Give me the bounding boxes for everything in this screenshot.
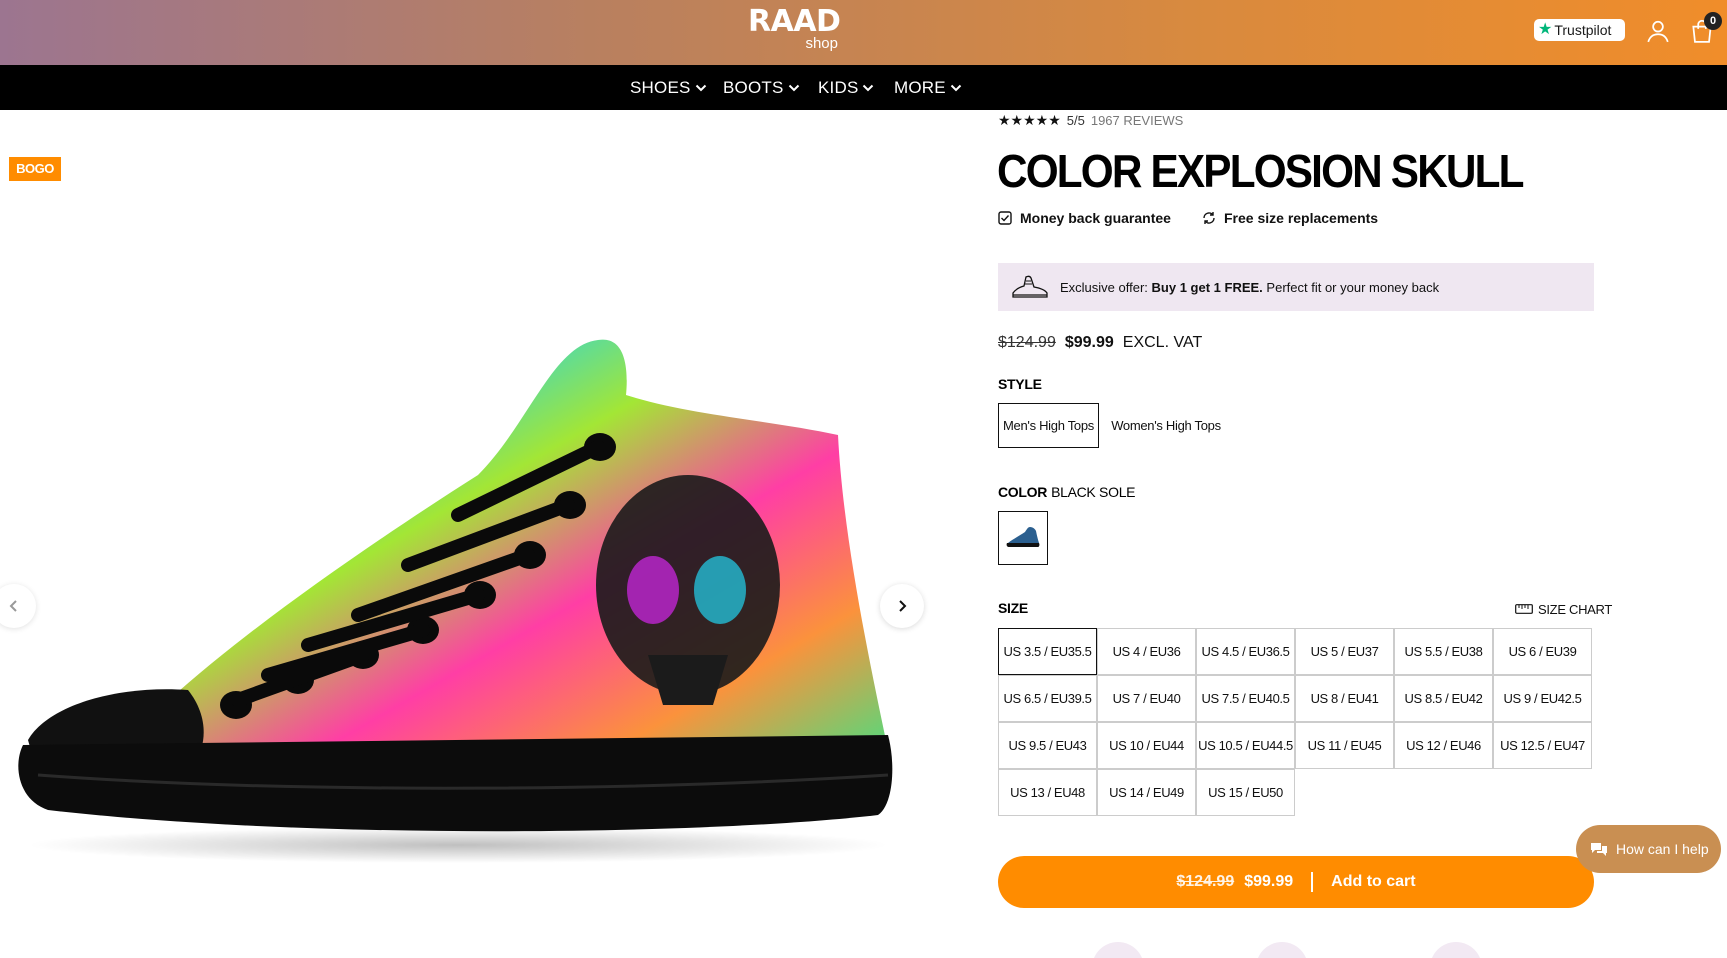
price-sale: $99.99 bbox=[1064, 334, 1114, 351]
main-nav: SHOES BOOTS KIDS MORE bbox=[0, 65, 1727, 110]
exclusive-offer-banner: Exclusive offer: Buy 1 get 1 FREE. Perfe… bbox=[998, 263, 1594, 311]
add-to-cart-button[interactable]: $124.99 $99.99 Add to cart bbox=[998, 856, 1594, 908]
offer-bold: Buy 1 get 1 FREE. bbox=[1151, 279, 1263, 295]
size-option[interactable]: US 9 / EU42.5 bbox=[1493, 675, 1592, 722]
chevron-left-icon bbox=[9, 600, 17, 612]
color-label-text: COLOR bbox=[998, 484, 1048, 500]
checkbox-icon bbox=[998, 211, 1012, 225]
chat-help-button[interactable]: How can I help bbox=[1576, 825, 1721, 873]
bogo-badge: BOGO bbox=[9, 157, 61, 181]
size-option[interactable]: US 6.5 / EU39.5 bbox=[998, 675, 1097, 722]
nav-item-boots[interactable]: BOOTS bbox=[723, 65, 800, 110]
size-option[interactable]: US 13 / EU48 bbox=[998, 769, 1097, 816]
offer-prefix: Exclusive offer: bbox=[1060, 279, 1148, 295]
size-label: SIZE bbox=[998, 600, 1028, 616]
sneaker-icon bbox=[1012, 275, 1048, 298]
size-option[interactable]: US 14 / EU49 bbox=[1097, 769, 1196, 816]
button-divider bbox=[1311, 872, 1314, 892]
price: $124.99 $99.99 EXCL. VAT bbox=[998, 332, 1202, 354]
size-option[interactable]: US 7.5 / EU40.5 bbox=[1196, 675, 1295, 722]
chevron-down-icon bbox=[863, 84, 874, 91]
product-image[interactable] bbox=[8, 335, 908, 875]
guarantee-label: Money back guarantee bbox=[1020, 210, 1171, 226]
chevron-down-icon bbox=[695, 84, 706, 91]
size-option[interactable]: US 11 / EU45 bbox=[1295, 722, 1394, 769]
chat-bubble-icon bbox=[1591, 843, 1607, 856]
free-size-replacements: Free size replacements bbox=[1202, 209, 1378, 227]
button-label: Add to cart bbox=[1331, 873, 1416, 890]
button-price-original: $124.99 bbox=[1176, 873, 1235, 890]
user-icon[interactable] bbox=[1645, 18, 1671, 44]
feature-icon-circle bbox=[1092, 942, 1144, 958]
logo-main-text: RAAD bbox=[748, 4, 841, 39]
style-option-womens[interactable]: Women's High Tops bbox=[1108, 403, 1224, 448]
color-value: BLACK SOLE bbox=[1051, 484, 1136, 500]
style-option-mens[interactable]: Men's High Tops bbox=[998, 403, 1099, 448]
size-option[interactable]: US 5 / EU37 bbox=[1295, 628, 1394, 675]
size-option[interactable]: US 10.5 / EU44.5 bbox=[1196, 722, 1295, 769]
nav-item-shoes[interactable]: SHOES bbox=[630, 65, 707, 110]
nav-item-more[interactable]: MORE bbox=[894, 65, 962, 110]
top-header: RAAD shop ★ Trustpilot 0 bbox=[0, 0, 1727, 65]
size-chart-label: SIZE CHART bbox=[1538, 601, 1613, 617]
color-label: COLOR BLACK SOLE bbox=[998, 484, 1136, 500]
size-option[interactable]: US 12.5 / EU47 bbox=[1493, 722, 1592, 769]
nav-item-label: KIDS bbox=[818, 77, 859, 97]
size-option[interactable]: US 15 / EU50 bbox=[1196, 769, 1295, 816]
trustpilot-star-icon: ★ bbox=[1538, 21, 1553, 38]
swatch-thumbnail bbox=[1006, 527, 1040, 547]
chevron-down-icon bbox=[950, 84, 962, 91]
chevron-right-icon bbox=[899, 600, 907, 612]
size-chart-link[interactable]: SIZE CHART bbox=[1515, 600, 1612, 618]
size-option[interactable]: US 5.5 / EU38 bbox=[1394, 628, 1493, 675]
size-option[interactable]: US 8.5 / EU42 bbox=[1394, 675, 1493, 722]
replace-icon bbox=[1203, 212, 1215, 224]
size-option[interactable]: US 6 / EU39 bbox=[1493, 628, 1592, 675]
ruler-icon bbox=[1515, 604, 1533, 614]
size-option[interactable]: US 4.5 / EU36.5 bbox=[1196, 628, 1295, 675]
price-note: EXCL. VAT bbox=[1122, 334, 1203, 351]
guarantee-label: Free size replacements bbox=[1224, 210, 1379, 226]
nav-item-label: SHOES bbox=[630, 77, 691, 97]
review-count: 1967 REVIEWS bbox=[1090, 112, 1184, 128]
chat-help-label: How can I help bbox=[1616, 841, 1709, 857]
chevron-down-icon bbox=[788, 84, 799, 91]
price-original: $124.99 bbox=[998, 334, 1056, 351]
site-logo[interactable]: RAAD shop bbox=[748, 4, 841, 56]
size-option[interactable]: US 10 / EU44 bbox=[1097, 722, 1196, 769]
offer-suffix: Perfect fit or your money back bbox=[1266, 279, 1440, 295]
product-title: COLOR EXPLOSION SKULL bbox=[997, 145, 1525, 197]
nav-item-label: BOOTS bbox=[723, 77, 784, 97]
feature-icon-circle bbox=[1430, 942, 1482, 958]
nav-item-kids[interactable]: KIDS bbox=[818, 65, 874, 110]
color-swatch-black-sole[interactable] bbox=[998, 511, 1048, 565]
style-label: STYLE bbox=[998, 376, 1042, 392]
nav-item-label: MORE bbox=[894, 77, 946, 97]
size-option[interactable]: US 3.5 / EU35.5 bbox=[998, 628, 1097, 675]
rating-stars-icon: ★★★★★ bbox=[998, 111, 1061, 128]
size-option[interactable]: US 12 / EU46 bbox=[1394, 722, 1493, 769]
product-rating[interactable]: ★★★★★ 5/5 1967 REVIEWS bbox=[998, 111, 1183, 129]
size-option[interactable]: US 4 / EU36 bbox=[1097, 628, 1196, 675]
size-option[interactable]: US 9.5 / EU43 bbox=[998, 722, 1097, 769]
cart-count-badge: 0 bbox=[1704, 12, 1722, 30]
feature-icon-circle bbox=[1256, 942, 1308, 958]
gallery-next-button[interactable] bbox=[880, 584, 924, 628]
trustpilot-label: Trustpilot bbox=[1554, 22, 1612, 38]
size-option[interactable]: US 7 / EU40 bbox=[1097, 675, 1196, 722]
size-option[interactable]: US 8 / EU41 bbox=[1295, 675, 1394, 722]
trustpilot-badge[interactable]: ★ Trustpilot bbox=[1534, 19, 1625, 41]
button-price-sale: $99.99 bbox=[1244, 873, 1294, 890]
rating-value: 5/5 bbox=[1066, 112, 1085, 128]
logo-sub-text: shop bbox=[805, 35, 838, 52]
money-back-guarantee: Money back guarantee bbox=[998, 209, 1171, 227]
